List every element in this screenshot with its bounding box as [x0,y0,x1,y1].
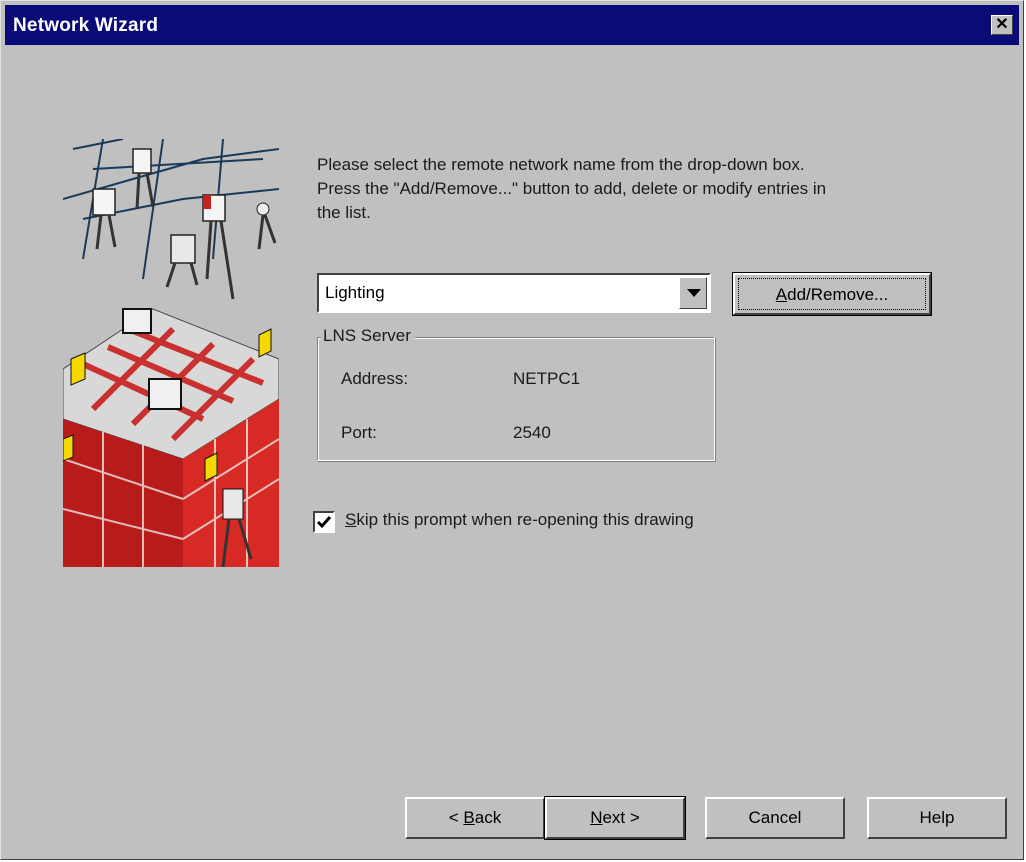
close-button[interactable]: ✕ [991,15,1013,35]
skip-prompt-label[interactable]: Skip this prompt when re-opening this dr… [345,510,694,530]
checkmark-icon [316,516,332,529]
window-title: Network Wizard [13,15,159,36]
title-bar: Network Wizard ✕ [5,5,1019,45]
close-icon: ✕ [995,16,1009,33]
instruction-line: Please select the remote network name fr… [317,155,805,174]
add-remove-label: Add/Remove... [738,278,926,310]
lns-server-legend: LNS Server [321,326,415,346]
instruction-line: the list. [317,203,371,222]
instructions: Please select the remote network name fr… [317,153,957,225]
next-button[interactable]: Next > [544,796,686,840]
port-value: 2540 [513,423,551,442]
network-wizard-window: Network Wizard ✕ Please select the remot… [0,0,1024,860]
add-remove-button[interactable]: Add/Remove... [732,272,932,316]
port-label: Port: [341,423,377,442]
network-name-dropdown[interactable]: Lighting [317,273,711,313]
address-label: Address: [341,369,409,388]
address-value: NETPC1 [513,369,581,388]
instruction-line: Press the "Add/Remove..." button to add,… [317,179,827,198]
skip-prompt-checkbox[interactable] [313,511,335,533]
cancel-button[interactable]: Cancel [705,797,845,839]
help-button[interactable]: Help [867,797,1007,839]
wizard-illustration [63,139,279,567]
back-button[interactable]: < Back [405,797,545,839]
dropdown-selected-value: Lighting [325,283,385,302]
dropdown-arrow-icon[interactable] [679,277,707,309]
